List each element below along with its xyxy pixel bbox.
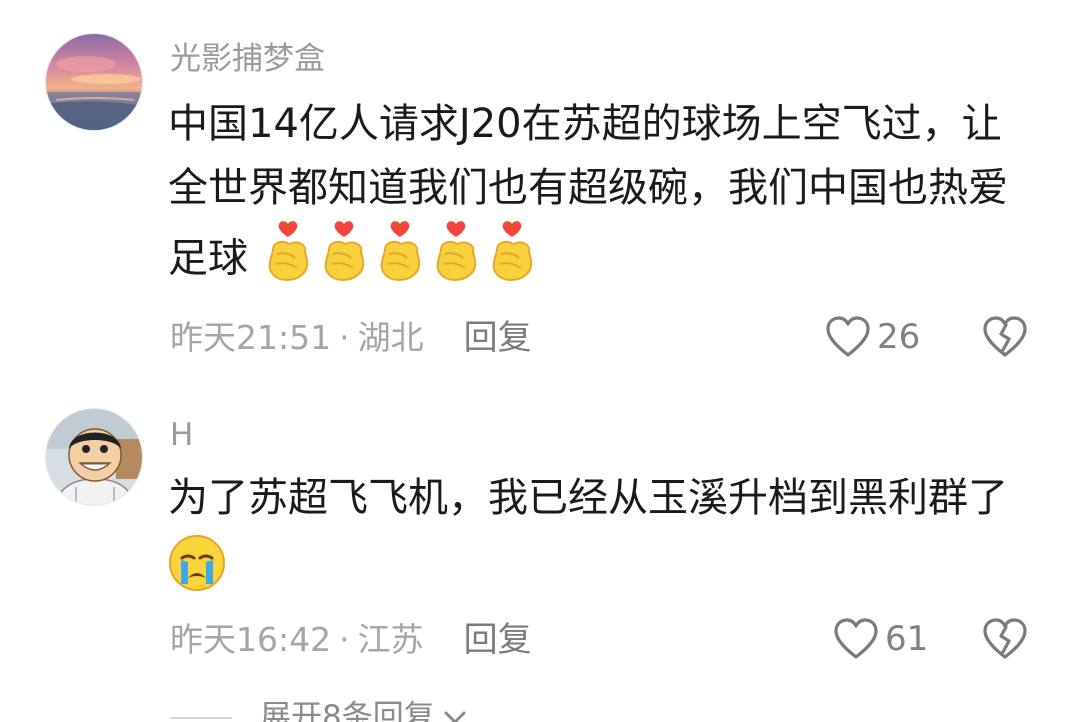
like-button[interactable]: 26 — [825, 316, 920, 358]
cartoon-avatar-image — [46, 409, 142, 505]
broken-heart-icon — [983, 316, 1027, 357]
expand-replies-button[interactable]: 展开8条回复 — [170, 702, 467, 722]
like-count: 61 — [885, 619, 929, 659]
dislike-button[interactable] — [982, 316, 1028, 362]
sunset-avatar-image — [46, 34, 142, 130]
comment-text: 中国14亿人请求J20在苏超的球场上空飞过，让 全世界都知道我们也有超级碗，我们… — [168, 92, 1048, 301]
heart-hands-emoji — [375, 220, 425, 301]
comment-item: H 为了苏超飞飞机，我已经从玉溪升档到黑利群了 昨天16:42 · 江苏 回复 61 — [0, 400, 1080, 722]
comment-location: 湖北 — [357, 318, 424, 357]
comment-time: 昨天21:51 — [170, 318, 332, 357]
comment-text-line: 为了苏超飞飞机，我已经从玉溪升档到黑利群了 — [168, 475, 1008, 521]
broken-heart-icon — [983, 618, 1027, 659]
avatar[interactable] — [45, 33, 143, 131]
comment-text-line: 全世界都知道我们也有超级碗，我们中国也热爱 — [168, 165, 1008, 211]
separator-dot: · — [339, 620, 350, 659]
comment-text-line — [168, 534, 1048, 598]
heart-hands-emoji — [263, 220, 313, 301]
comment-location: 江苏 — [357, 620, 424, 659]
separator-dot: · — [339, 318, 350, 357]
comment-text-line: 足球 — [168, 235, 248, 282]
comment-text-line: 中国14亿人请求J20在苏超的球场上空飞过，让 — [168, 101, 1002, 147]
comment-text-line: 足球 — [168, 220, 1048, 301]
dislike-button[interactable] — [982, 618, 1028, 664]
comment-meta: 昨天21:51 · 湖北 回复 — [170, 321, 532, 355]
like-count: 26 — [877, 317, 921, 357]
like-button[interactable]: 61 — [833, 618, 928, 660]
reply-button[interactable]: 回复 — [464, 620, 532, 660]
loudly-crying-face-emoji — [168, 534, 226, 611]
comment-time: 昨天16:42 — [170, 620, 332, 659]
comment-list: 光影捕梦盒 中国14亿人请求J20在苏超的球场上空飞过，让 全世界都知道我们也有… — [0, 0, 1080, 722]
heart-outline-icon — [834, 618, 878, 659]
avatar[interactable] — [45, 408, 143, 506]
heart-hands-emoji — [487, 220, 537, 301]
heart-outline-icon — [826, 316, 870, 357]
username[interactable]: H — [170, 420, 193, 451]
heart-hands-emoji — [431, 220, 481, 301]
comment-meta: 昨天16:42 · 江苏 回复 — [170, 623, 532, 657]
comment-item: 光影捕梦盒 中国14亿人请求J20在苏超的球场上空飞过，让 全世界都知道我们也有… — [0, 0, 1080, 400]
reply-button[interactable]: 回复 — [464, 318, 532, 358]
comment-text: 为了苏超飞飞机，我已经从玉溪升档到黑利群了 — [168, 466, 1048, 598]
expand-replies-label: 展开8条回复 — [260, 699, 435, 722]
chevron-down-icon — [444, 711, 466, 722]
heart-hands-emoji — [319, 220, 369, 301]
username[interactable]: 光影捕梦盒 — [170, 44, 325, 75]
divider-line — [170, 716, 232, 719]
